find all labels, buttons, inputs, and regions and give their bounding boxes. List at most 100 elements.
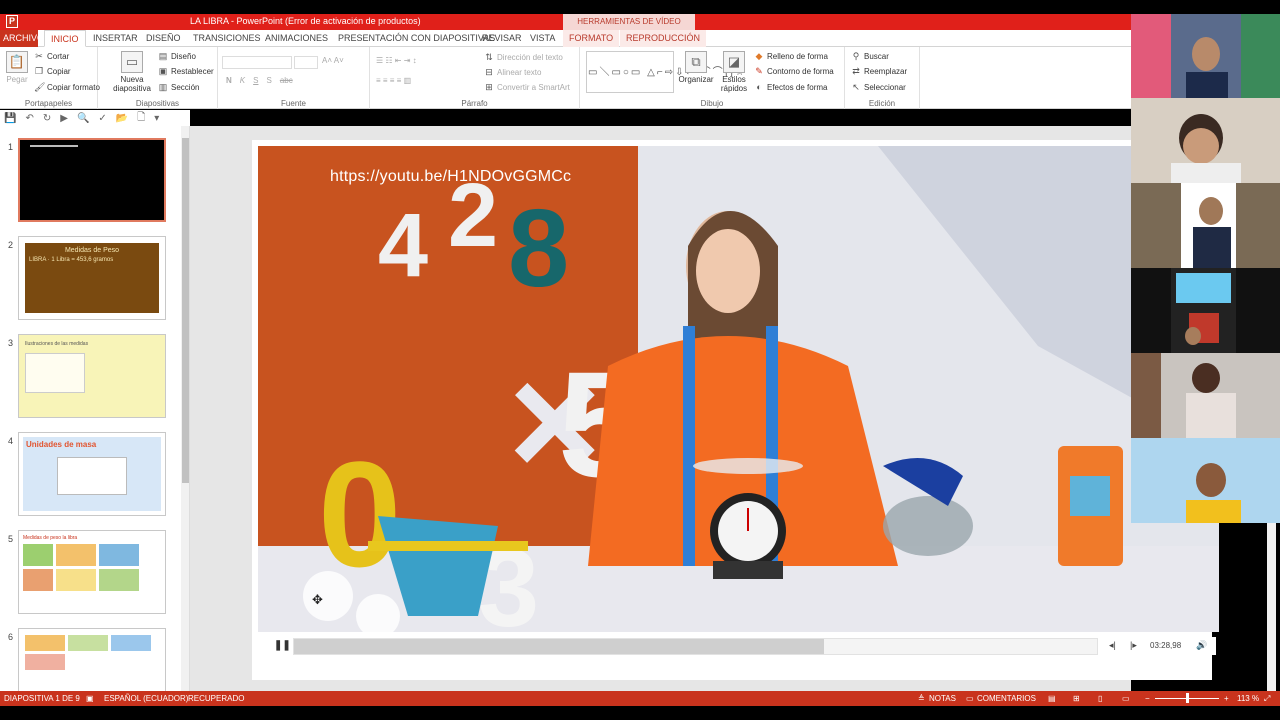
volume-icon[interactable]: 🔊 xyxy=(1196,640,1207,651)
tab-diseno[interactable]: DISEÑO xyxy=(140,30,187,47)
print-preview-icon[interactable]: 🔍 xyxy=(77,113,89,124)
undo-icon[interactable]: ↶ xyxy=(25,113,33,124)
participant-tile-4 xyxy=(1131,268,1280,353)
effects-icon: ◐ xyxy=(756,82,762,92)
step-forward-button[interactable]: |▸ xyxy=(1130,640,1137,651)
tab-animaciones[interactable]: ANIMACIONES xyxy=(259,30,334,47)
strike-button[interactable]: abc xyxy=(280,76,293,85)
group-label: Diapositivas xyxy=(135,99,180,108)
new-slide-button[interactable]: ▭ Nueva diapositiva xyxy=(110,51,154,93)
slide-sorter-icon[interactable]: ⊞ xyxy=(1073,694,1080,703)
shapes-gallery[interactable]: ▭＼▭○▭ △⌐⇨⇩⇦ ⌒⌒{}☆ xyxy=(586,51,744,93)
spelling-status-icon[interactable]: ▣ xyxy=(86,694,94,703)
shape-effects-button[interactable]: ◐ Efectos de forma xyxy=(754,82,827,92)
arrange-button[interactable]: ⧉ Organizar xyxy=(678,51,714,84)
find-button[interactable]: ⚲ Buscar xyxy=(851,51,889,61)
shape-outline-button[interactable]: ✎ Contorno de forma xyxy=(754,66,833,76)
font-size-select[interactable] xyxy=(294,56,318,69)
select-button[interactable]: ↖ Seleccionar xyxy=(851,82,906,92)
layout-button[interactable]: ▤ Diseño xyxy=(158,51,196,61)
shape-fill-button[interactable]: ◆ Relleno de forma xyxy=(754,51,828,61)
italic-button[interactable]: K xyxy=(240,76,245,85)
slide-preview: Unidades de masa xyxy=(18,432,166,516)
slide-preview xyxy=(18,138,166,222)
grow-font-icon[interactable]: A˄ A˅ xyxy=(322,56,344,65)
notes-button[interactable]: NOTAS xyxy=(929,694,956,703)
arrange-icon: ⧉ xyxy=(685,51,707,73)
group-label: Portapapeles xyxy=(24,99,73,108)
step-back-button[interactable]: ◂| xyxy=(1109,640,1116,651)
underline-button[interactable]: S xyxy=(253,76,258,85)
slide-preview: Medidas de Peso LIBRA · 1 Libra = 453,6 … xyxy=(18,236,166,320)
slide-thumbnail-1[interactable]: 1 xyxy=(0,138,180,223)
tab-transiciones[interactable]: TRANSICIONES xyxy=(187,30,267,47)
reset-button[interactable]: ▣ Restablecer xyxy=(158,66,214,76)
tab-revisar[interactable]: REVISAR xyxy=(476,30,528,47)
tab-insertar[interactable]: INSERTAR xyxy=(87,30,144,47)
start-from-beginning-icon[interactable]: ▶ xyxy=(60,113,68,124)
replace-button[interactable]: ⇄ Reemplazar xyxy=(851,66,907,76)
group-label: Fuente xyxy=(281,99,306,108)
slide-2-content: Medidas de Peso LIBRA · 1 Libra = 453,6 … xyxy=(25,243,159,313)
spelling-icon[interactable]: ✓ xyxy=(98,113,106,124)
scrollbar-thumb[interactable] xyxy=(182,138,189,483)
title-bar: P LA LIBRA - PowerPoint (Error de activa… xyxy=(0,14,1131,30)
slide-thumbnail-5[interactable]: 5 Medidas de peso la libra xyxy=(0,530,180,615)
format-painter-button[interactable]: 🖌 Copiar formato xyxy=(34,82,100,92)
section-button[interactable]: ▥ Sección xyxy=(158,82,200,92)
comments-icon[interactable]: ▭ xyxy=(966,694,974,703)
new-icon[interactable]: 🗋 xyxy=(137,110,145,127)
paste-button[interactable]: 📋 Pegar xyxy=(4,51,30,84)
group-diapositivas: ▭ Nueva diapositiva ▤ Diseño ▣ Restablecer… xyxy=(98,47,218,109)
reading-view-icon[interactable]: ▯ xyxy=(1098,694,1102,703)
save-icon[interactable]: 💾 xyxy=(4,113,16,124)
align-icons[interactable]: ≡ ≡ ≡ ≡ ▥ xyxy=(376,76,411,85)
pause-button[interactable]: ❚❚ xyxy=(274,640,291,652)
zoom-in-button[interactable]: + xyxy=(1224,694,1229,703)
clipboard-icon: 📋 xyxy=(6,51,28,73)
align-text-button[interactable]: ⊟ Alinear texto xyxy=(484,67,541,77)
group-edicion: ⚲ Buscar ⇄ Reemplazar ↖ Seleccionar Edición xyxy=(845,47,920,109)
shadow-button[interactable]: S xyxy=(266,76,271,85)
participant-video xyxy=(1131,14,1280,98)
customize-qat-icon[interactable]: ▾ xyxy=(154,113,159,124)
recovered-status: RECUPERADO xyxy=(188,694,245,703)
slide-thumbnail-3[interactable]: 3 Ilustraciones de las medidas xyxy=(0,334,180,419)
font-name-select[interactable] xyxy=(222,56,292,69)
participant-video xyxy=(1131,438,1280,523)
language-status[interactable]: ESPAÑOL (ECUADOR) xyxy=(104,694,188,703)
quick-styles-button[interactable]: ◪ Estilos rápidos xyxy=(716,51,752,93)
slide-thumbnail-6[interactable]: 6 xyxy=(0,628,180,691)
notes-icon[interactable]: ≜ xyxy=(918,694,925,703)
normal-view-icon[interactable]: ▤ xyxy=(1048,694,1056,703)
group-portapapeles: 📋 Pegar ✂ Cortar ❐ Copiar 🖌 Copiar formato … xyxy=(0,47,100,109)
bold-button[interactable]: N xyxy=(226,76,232,85)
slideshow-icon[interactable]: ▭ xyxy=(1122,694,1130,703)
open-icon[interactable]: 📂 xyxy=(116,113,128,124)
text-direction-button[interactable]: ⇅ Dirección del texto xyxy=(484,52,563,62)
video-frame[interactable]: 4 2 8 × 5 0 3 https://youtu.be/H1NDOvGGM… xyxy=(258,146,1219,632)
tab-archivo[interactable]: ARCHIVO xyxy=(0,30,44,47)
video-progress-track[interactable] xyxy=(293,638,1098,655)
zoom-level[interactable]: 113 % xyxy=(1237,694,1259,703)
participant-tile-6 xyxy=(1131,438,1280,523)
tab-vista[interactable]: VISTA xyxy=(524,30,561,47)
fit-slide-icon[interactable]: ⤢ xyxy=(1264,694,1270,704)
comments-button[interactable]: COMENTARIOS xyxy=(977,694,1036,703)
redo-icon[interactable]: ↻ xyxy=(43,113,51,124)
tab-reproduccion[interactable]: REPRODUCCIÓN xyxy=(620,30,707,47)
slide-thumbnail-2[interactable]: 2 Medidas de Peso LIBRA · 1 Libra = 453,… xyxy=(0,236,180,321)
group-fuente: A˄ A˅ N K S S abc Fuente xyxy=(218,47,370,109)
copy-button[interactable]: ❐ Copiar xyxy=(34,66,71,76)
group-label: Edición xyxy=(868,99,896,108)
slide-thumbnail-4[interactable]: 4 Unidades de masa xyxy=(0,432,180,517)
cut-button[interactable]: ✂ Cortar xyxy=(34,51,69,61)
bullets-icon[interactable]: ☰ ☷ ⇤ ⇥ ↕ xyxy=(376,56,417,65)
zoom-out-button[interactable]: − xyxy=(1145,694,1150,703)
tab-formato[interactable]: FORMATO xyxy=(563,30,620,47)
smartart-button[interactable]: ⊞ Convertir a SmartArt xyxy=(484,82,570,92)
zoom-slider-thumb[interactable] xyxy=(1186,693,1189,703)
svg-text:4: 4 xyxy=(378,196,428,296)
thumbnail-scrollbar[interactable] xyxy=(181,126,189,691)
tab-inicio[interactable]: INICIO xyxy=(44,30,86,47)
